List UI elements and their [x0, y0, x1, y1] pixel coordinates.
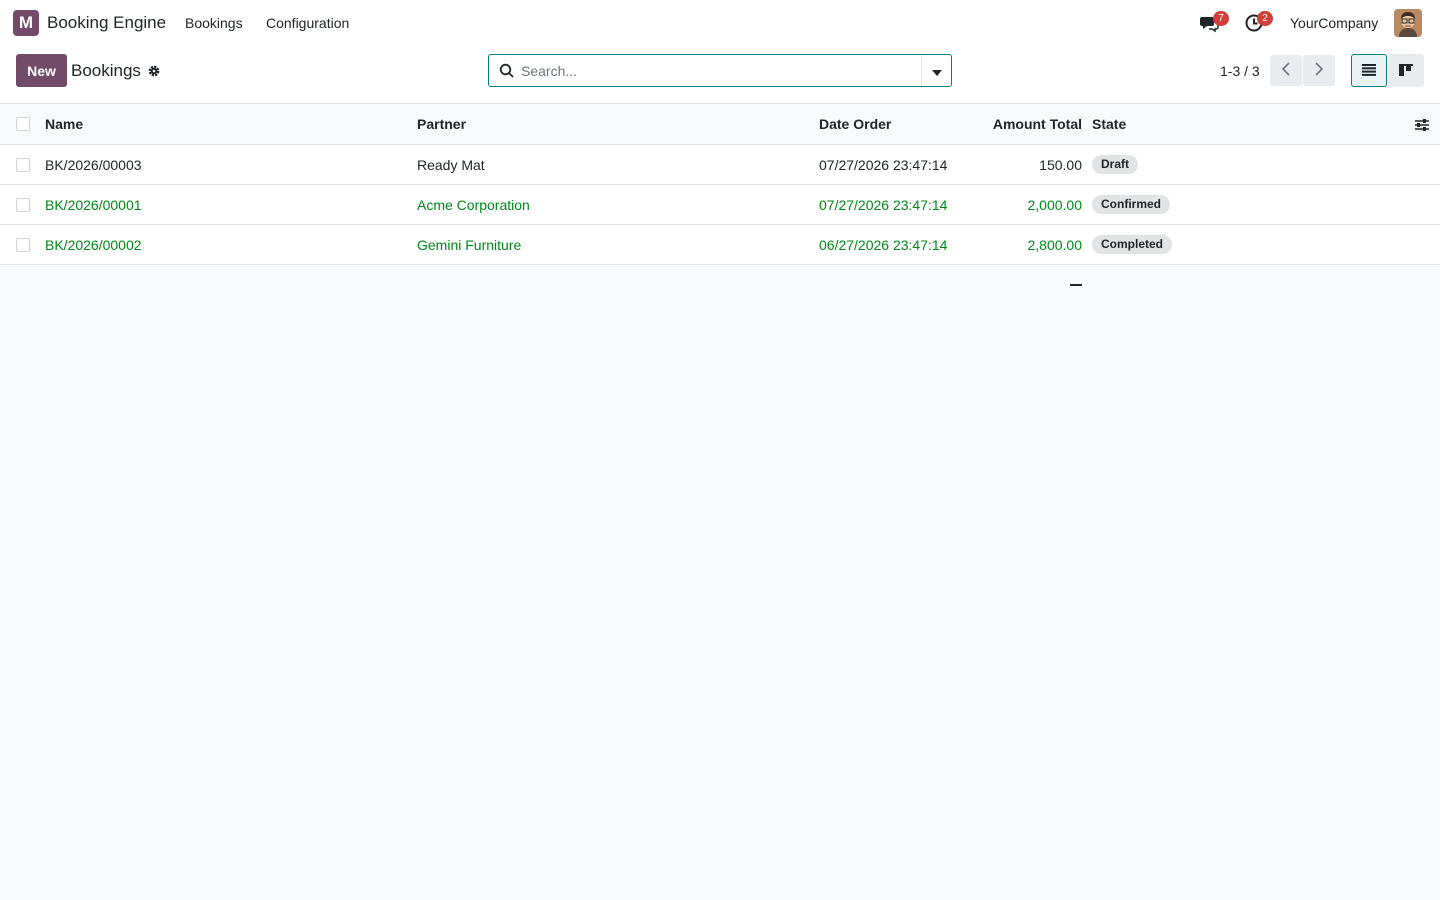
select-all-checkbox[interactable] [16, 117, 30, 131]
app-name[interactable]: Booking Engine [47, 13, 166, 33]
booking-name: BK/2026/00003 [45, 157, 142, 173]
search-bar [488, 54, 952, 87]
chevron-left-icon [1281, 62, 1291, 79]
app-logo[interactable]: M [13, 10, 39, 36]
messages-badge: 7 [1213, 11, 1229, 26]
row-checkbox[interactable] [16, 238, 30, 252]
booking-amount-total: 150.00 [1039, 157, 1082, 173]
column-header-name[interactable]: Name [45, 104, 83, 144]
control-panel: New Bookings 1-3 / 3 [0, 46, 1440, 104]
activities-badge: 2 [1257, 11, 1273, 26]
amount-total-sum-placeholder [1070, 284, 1082, 286]
kanban-icon [1399, 63, 1413, 79]
menu-item-bookings[interactable]: Bookings [185, 15, 243, 31]
row-checkbox[interactable] [16, 198, 30, 212]
booking-name: BK/2026/00001 [45, 197, 142, 213]
user-avatar[interactable] [1394, 9, 1422, 37]
status-badge: Completed [1092, 235, 1173, 254]
search-input[interactable] [521, 56, 911, 85]
booking-partner: Gemini Furniture [417, 237, 522, 253]
table-row[interactable]: BK/2026/00001 Acme Corporation 07/27/202… [0, 185, 1440, 225]
chevron-right-icon [1314, 62, 1324, 79]
caret-down-icon [931, 63, 942, 79]
table-row[interactable]: BK/2026/00002 Gemini Furniture 06/27/202… [0, 225, 1440, 265]
menu-item-configuration[interactable]: Configuration [266, 15, 349, 31]
booking-partner: Acme Corporation [417, 197, 530, 213]
pager-next-button[interactable] [1303, 55, 1335, 86]
booking-amount-total: 2,800.00 [1027, 237, 1083, 253]
bookings-table: Name Partner Date Order Amount Total Sta… [0, 104, 1440, 265]
column-header-amount-total[interactable]: Amount Total [960, 104, 1082, 144]
status-badge: Confirmed [1092, 195, 1170, 214]
search-options-toggle[interactable] [921, 55, 951, 86]
gear-icon[interactable] [147, 64, 161, 78]
kanban-view-button[interactable] [1388, 54, 1424, 87]
row-checkbox[interactable] [16, 158, 30, 172]
top-navbar: M Booking Engine Bookings Configuration … [0, 0, 1440, 46]
pager-value[interactable]: 1-3 / 3 [1220, 63, 1260, 79]
page-title: Bookings [71, 61, 141, 80]
booking-partner: Ready Mat [417, 157, 485, 173]
status-badge: Draft [1092, 155, 1139, 174]
table-row[interactable]: BK/2026/00003 Ready Mat 07/27/2026 23:47… [0, 145, 1440, 185]
list-view-button[interactable] [1351, 54, 1387, 87]
list-icon [1362, 63, 1376, 79]
column-header-state[interactable]: State [1092, 104, 1126, 144]
booking-date-order: 07/27/2026 23:47:14 [819, 197, 948, 213]
company-switcher[interactable]: YourCompany [1290, 15, 1378, 31]
optional-columns-icon[interactable] [1414, 117, 1430, 133]
column-header-date-order[interactable]: Date Order [819, 104, 891, 144]
booking-date-order: 07/27/2026 23:47:14 [819, 157, 948, 173]
search-icon [499, 63, 515, 79]
booking-amount-total: 2,000.00 [1027, 197, 1083, 213]
pager-previous-button[interactable] [1270, 55, 1302, 86]
booking-date-order: 06/27/2026 23:47:14 [819, 237, 948, 253]
column-header-partner[interactable]: Partner [417, 104, 466, 144]
table-header: Name Partner Date Order Amount Total Sta… [0, 104, 1440, 145]
new-button[interactable]: New [16, 54, 67, 87]
booking-name: BK/2026/00002 [45, 237, 142, 253]
